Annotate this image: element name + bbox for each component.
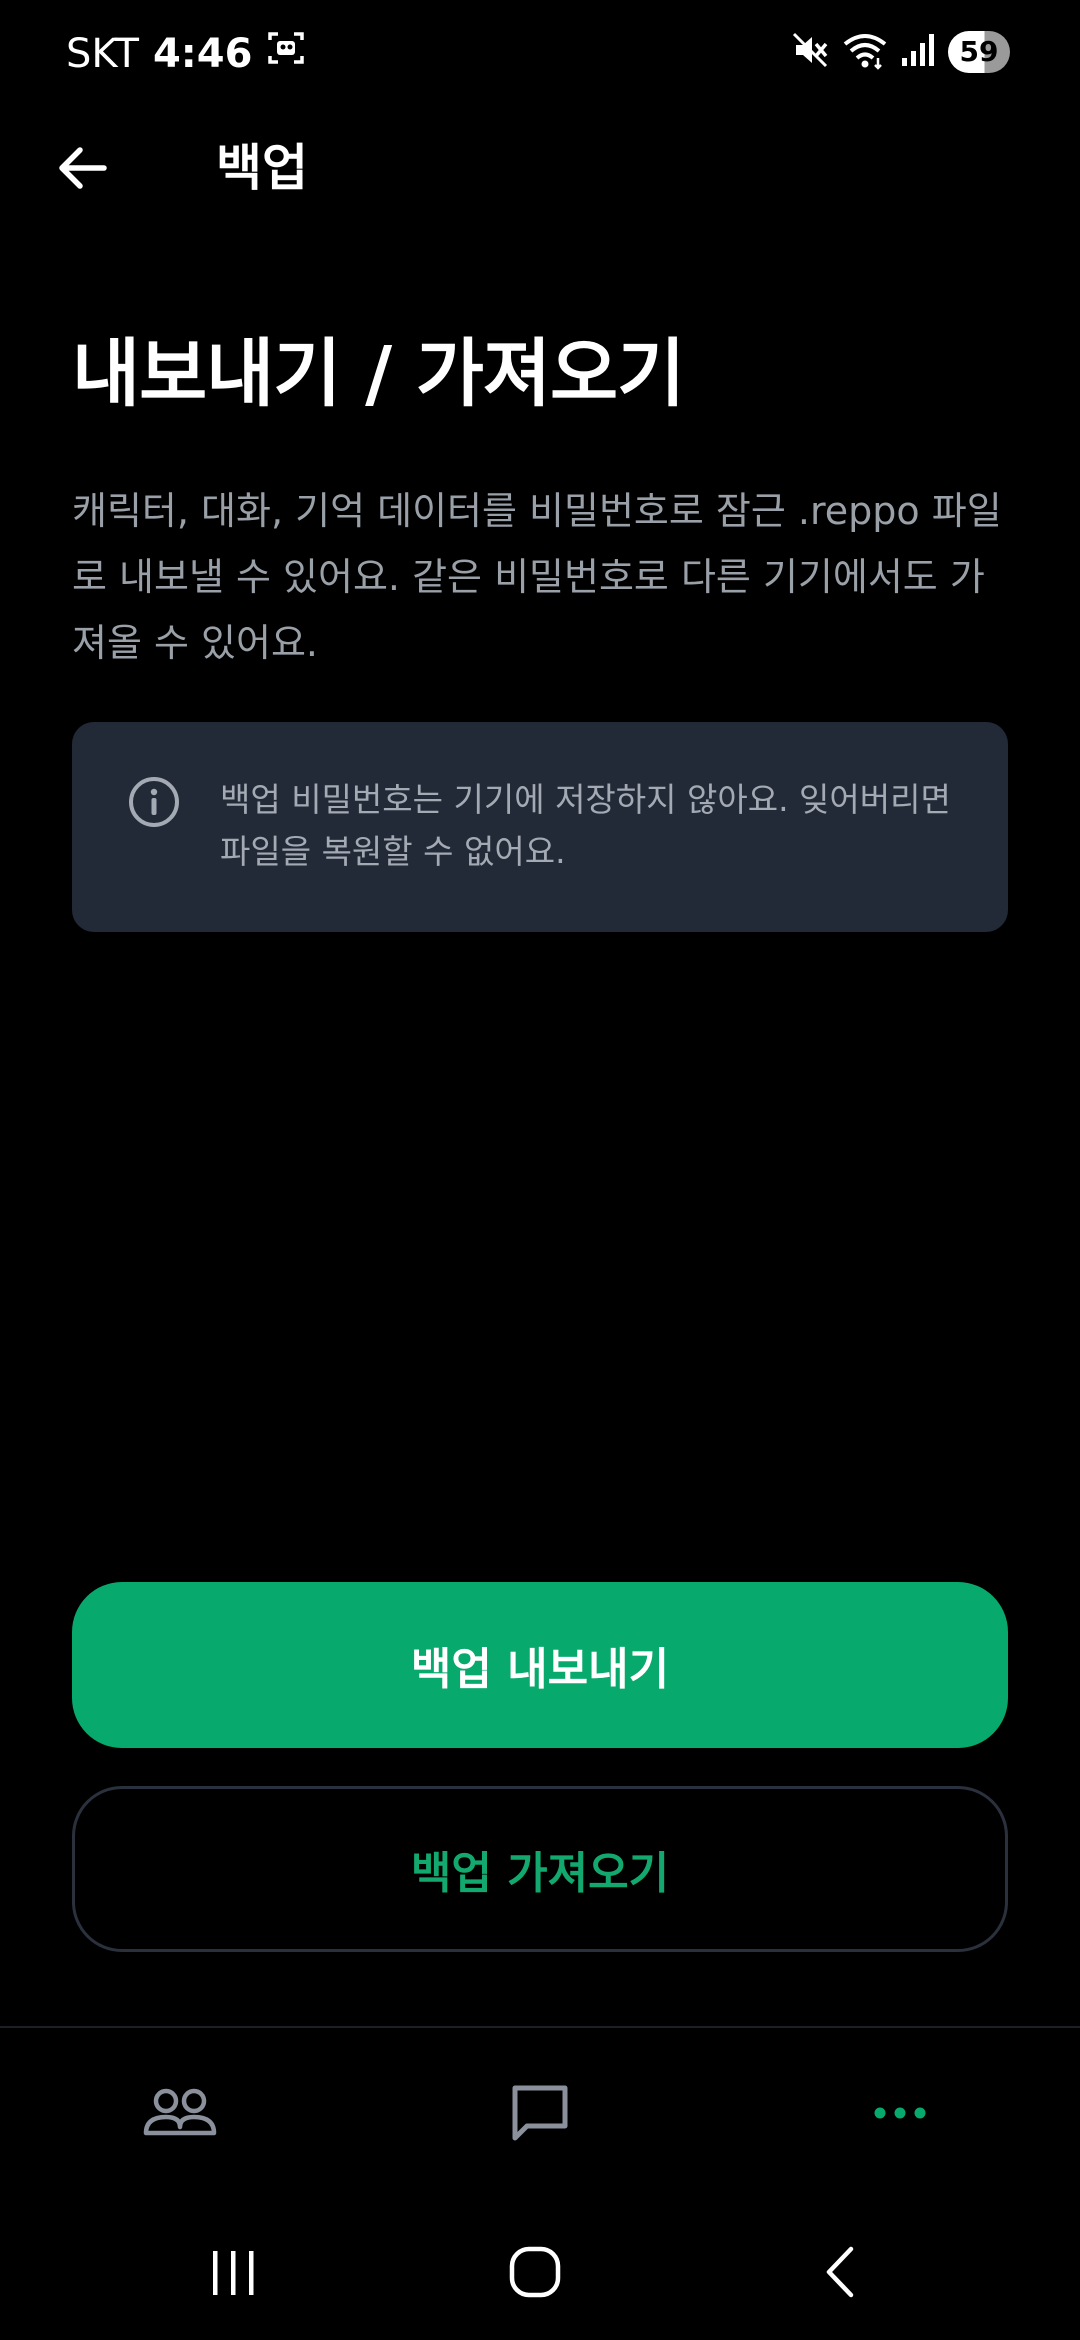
system-back-button[interactable]	[800, 2232, 880, 2312]
backup-screen: SKT 4:46 59 백업 내보내기 / 가져오기 캐릭터, 대화, 기억 데…	[0, 0, 1080, 2340]
app-title: 백업	[216, 139, 308, 197]
info-icon	[129, 777, 179, 827]
back-button[interactable]	[46, 132, 118, 204]
home-button[interactable]	[496, 2232, 576, 2312]
system-nav-bar	[0, 2196, 1080, 2340]
carrier-label: SKT	[66, 31, 139, 77]
home-icon	[509, 2246, 561, 2298]
nav-item-chats[interactable]	[490, 2068, 590, 2158]
arrow-left-icon	[59, 147, 107, 189]
import-backup-button[interactable]: 백업 가져오기	[72, 1786, 1008, 1952]
nav-item-characters[interactable]	[130, 2068, 230, 2158]
mute-icon	[790, 30, 830, 74]
app-bar: 백업	[0, 118, 1080, 218]
bottom-nav	[0, 2026, 1080, 2196]
description-text: 캐릭터, 대화, 기억 데이터를 비밀번호로 잠근 .reppo 파일로 내보낼…	[72, 489, 1002, 665]
page-heading: 내보내기 / 가져오기	[72, 331, 685, 417]
status-left: SKT 4:46	[66, 28, 306, 80]
nav-item-more[interactable]	[850, 2068, 950, 2158]
signal-icon	[900, 30, 936, 74]
people-icon	[143, 2088, 217, 2136]
chat-icon	[512, 2085, 568, 2141]
status-right: 59	[790, 30, 1010, 74]
status-bar: SKT 4:46 59	[0, 0, 1080, 108]
chevron-left-icon	[826, 2246, 854, 2298]
info-box: 백업 비밀번호는 기기에 저장하지 않아요. 잊어버리면 파일을 복원할 수 없…	[72, 722, 1008, 932]
more-icon	[874, 2107, 926, 2119]
clock: 4:46	[152, 31, 253, 77]
battery-indicator: 59	[948, 31, 1010, 73]
recent-apps-icon	[213, 2251, 254, 2295]
wifi-icon	[842, 30, 888, 74]
info-text: 백업 비밀번호는 기기에 저장하지 않아요. 잊어버리면 파일을 복원할 수 없…	[220, 780, 951, 871]
recent-apps-button[interactable]	[194, 2232, 274, 2312]
screenshot-icon	[266, 28, 306, 80]
export-backup-button[interactable]: 백업 내보내기	[72, 1582, 1008, 1748]
